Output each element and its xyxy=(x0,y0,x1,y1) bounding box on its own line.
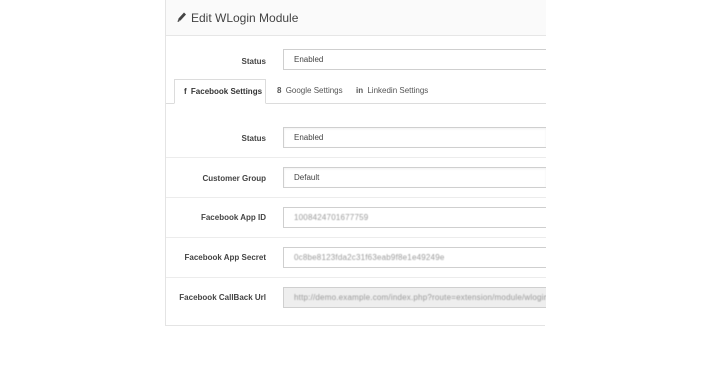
google-plus-icon: 8 xyxy=(277,86,282,95)
facebook-callback-url-value: http://demo.example.com/index.php?route=… xyxy=(294,293,546,302)
facebook-app-id-value: 1008424701677759 xyxy=(294,213,369,222)
settings-tabs: f Facebook Settings 8 Google Settings in… xyxy=(166,79,546,104)
facebook-callback-url-label: Facebook CallBack Url xyxy=(179,293,266,302)
facebook-app-id-label: Facebook App ID xyxy=(200,213,266,222)
tab-facebook-label: Facebook Settings xyxy=(190,87,263,96)
row-divider xyxy=(166,197,546,198)
edit-module-panel: Edit WLogin Module Status Enabled f Face… xyxy=(165,0,546,326)
facebook-app-secret-value: 0c8be8123fda2c31f63eab9f8e1e49249e xyxy=(294,253,445,262)
tab-google-label: Google Settings xyxy=(285,86,343,95)
row-divider xyxy=(166,277,546,278)
facebook-callback-url-input[interactable]: http://demo.example.com/index.php?route=… xyxy=(283,287,546,308)
facebook-app-secret-label: Facebook App Secret xyxy=(184,253,266,262)
tab-linkedin-label: Linkedin Settings xyxy=(367,86,429,95)
panel-heading: Edit WLogin Module xyxy=(166,0,546,36)
facebook-status-select[interactable]: Enabled xyxy=(283,127,546,148)
row-divider xyxy=(166,157,546,158)
module-status-label: Status xyxy=(241,57,266,66)
facebook-app-secret-input[interactable]: 0c8be8123fda2c31f63eab9f8e1e49249e xyxy=(283,247,546,268)
linkedin-icon: in xyxy=(356,86,364,95)
panel-title: Edit WLogin Module xyxy=(191,11,299,25)
tab-linkedin-settings[interactable]: in Linkedin Settings xyxy=(356,79,428,103)
tab-google-settings[interactable]: 8 Google Settings xyxy=(277,79,343,103)
facebook-app-id-input[interactable]: 1008424701677759 xyxy=(283,207,546,228)
facebook-icon: f xyxy=(184,87,187,96)
pencil-icon xyxy=(177,12,186,22)
customer-group-select[interactable]: Default xyxy=(283,167,546,188)
row-divider xyxy=(166,237,546,238)
facebook-status-label: Status xyxy=(241,134,266,143)
tab-facebook-settings[interactable]: f Facebook Settings xyxy=(174,79,266,104)
module-status-select[interactable]: Enabled xyxy=(283,49,546,70)
customer-group-label: Customer Group xyxy=(202,174,266,183)
